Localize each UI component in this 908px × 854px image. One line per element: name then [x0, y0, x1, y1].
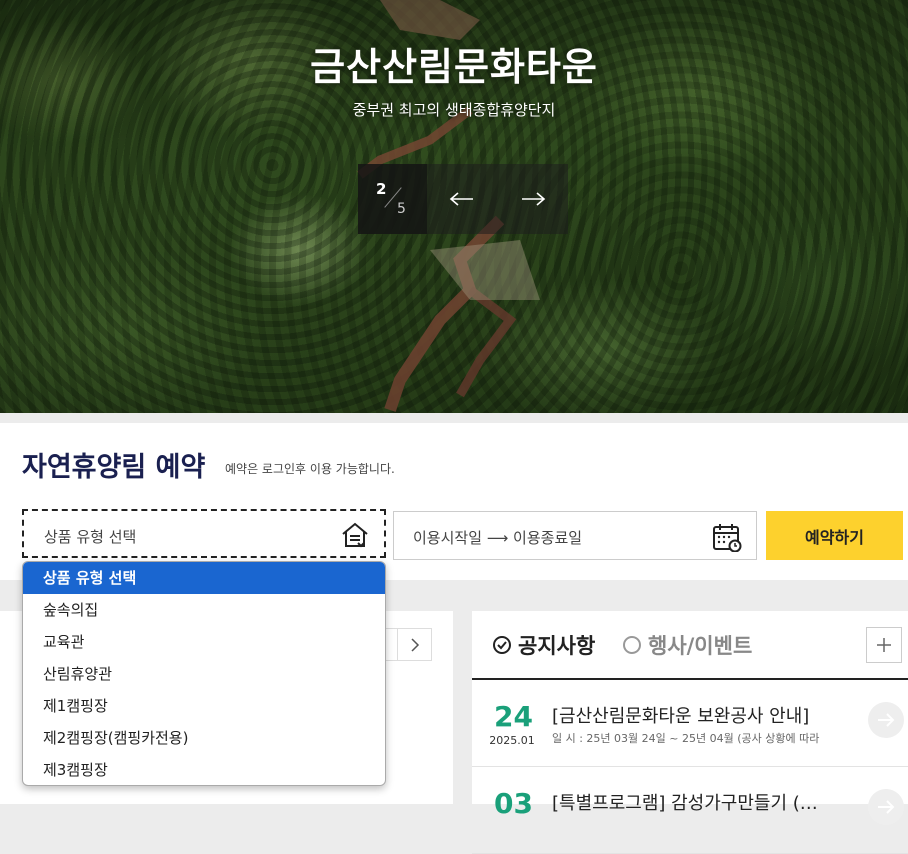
slide-total: 5: [397, 201, 406, 217]
plus-icon: [877, 638, 891, 652]
date-range-label: 이용시작일 ⟶ 이용종료일: [413, 529, 583, 547]
dropdown-option[interactable]: 산림휴양관: [23, 658, 385, 690]
arrow-right-icon: [878, 713, 895, 727]
circle-icon: [622, 635, 642, 655]
dropdown-option[interactable]: 숲속의집: [23, 594, 385, 626]
booking-section: 자연휴양림 예약 예약은 로그인후 이용 가능합니다. 상품 유형 선택 이용시…: [0, 423, 908, 580]
arrow-right-icon: [521, 192, 545, 206]
more-notices-button[interactable]: [866, 627, 902, 663]
product-type-dropdown: 상품 유형 선택 숲속의집 교육관 산림휴양관 제1캠핑장 제2캠핑장(캠핑카전…: [22, 561, 386, 786]
hero-title: 금산산림문화타운: [310, 45, 598, 89]
house-list-icon: [342, 522, 368, 548]
dropdown-option[interactable]: 제2캠핑장(캠핑카전용): [23, 722, 385, 754]
slide-arrows: [427, 164, 568, 234]
dropdown-option[interactable]: 교육관: [23, 626, 385, 658]
chevron-right-icon: [410, 637, 419, 652]
dropdown-option[interactable]: 상품 유형 선택: [23, 562, 385, 594]
notice-panel: 공지사항 행사/이벤트 24 2025.01 [금산산림문화타운 보완공사 안내…: [472, 611, 908, 854]
slide-current: 2: [376, 180, 387, 198]
product-type-select[interactable]: 상품 유형 선택: [22, 509, 386, 558]
notice-title[interactable]: [특별프로그램] 감성가구만들기 (…: [552, 789, 852, 815]
slider-controls: 2 5: [358, 164, 568, 234]
arrow-right-icon: [878, 800, 895, 814]
slide-counter: 2 5: [358, 164, 427, 234]
notice-item[interactable]: 03 [특별프로그램] 감성가구만들기 (…: [472, 767, 908, 854]
notice-title[interactable]: [금산산림문화타운 보완공사 안내]: [552, 702, 852, 728]
date-range-input[interactable]: 이용시작일 ⟶ 이용종료일: [393, 511, 757, 560]
tab-notices[interactable]: 공지사항: [492, 630, 595, 660]
next-page-button[interactable]: [397, 628, 432, 661]
next-slide-button[interactable]: [498, 164, 569, 234]
calendar-icon: [713, 524, 742, 552]
hero-banner: 금산산림문화타운 중부권 최고의 생태종합휴양단지 2 5: [0, 0, 908, 413]
tab-notices-label: 공지사항: [518, 634, 596, 658]
notice-meta: 일 시 : 25년 03월 24일 ~ 25년 04월 (공사 상황에 따라: [552, 732, 820, 745]
dropdown-option[interactable]: 제1캠핑장: [23, 690, 385, 722]
notice-go-button[interactable]: [868, 789, 904, 825]
booking-note: 예약은 로그인후 이용 가능합니다.: [225, 462, 395, 476]
dropdown-option[interactable]: 제3캠핑장: [23, 754, 385, 785]
check-circle-icon: [492, 635, 512, 655]
arrow-left-icon: [450, 192, 474, 206]
tab-events-label: 행사/이벤트: [648, 634, 753, 658]
notice-item[interactable]: 24 2025.01 [금산산림문화타운 보완공사 안내] 일 시 : 25년 …: [472, 680, 908, 767]
notice-year-month: 2025.01: [489, 734, 535, 747]
booking-title: 자연휴양림 예약: [22, 452, 206, 483]
product-type-select-label: 상품 유형 선택: [44, 528, 137, 546]
tab-events[interactable]: 행사/이벤트: [622, 630, 752, 660]
notice-day: 24: [494, 700, 533, 733]
prev-slide-button[interactable]: [427, 164, 498, 234]
reserve-button[interactable]: 예약하기: [766, 511, 903, 560]
notice-go-button[interactable]: [868, 702, 904, 738]
hero-subtitle: 중부권 최고의 생태종합휴양단지: [352, 101, 556, 119]
